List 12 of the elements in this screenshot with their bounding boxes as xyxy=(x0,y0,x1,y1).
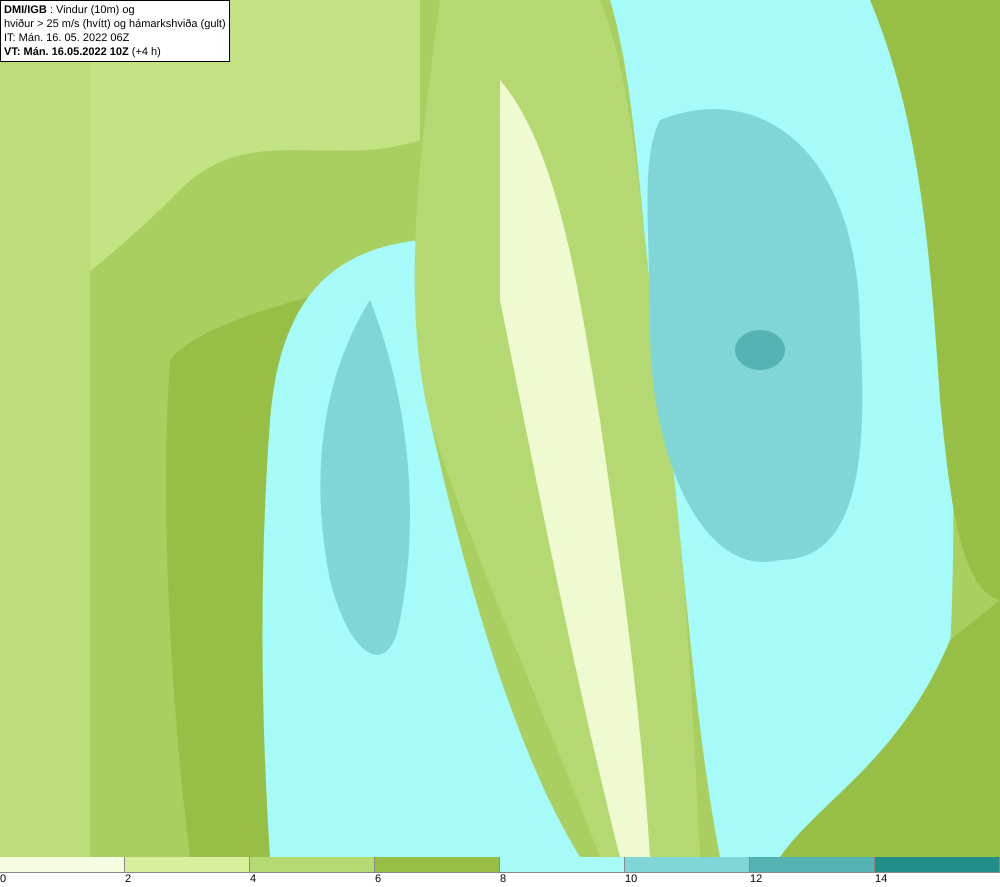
header-text: IT: Mán. 16. 05. 2022 06Z xyxy=(4,31,130,45)
scale-label: 6 xyxy=(375,873,382,886)
header-text: hviður > 25 m/s (hvítt) og hámarkshviða (gult) xyxy=(4,17,226,31)
scale-label: 10 xyxy=(625,873,638,886)
scale-label: 2 xyxy=(125,873,132,886)
scale-label: 12 xyxy=(750,873,762,886)
header-text: DMI/IGB : Vindur (10m) og xyxy=(4,3,136,17)
scale-label: 14 xyxy=(875,873,888,886)
scale-label: 8 xyxy=(500,873,506,886)
scale-label: 4 xyxy=(250,873,256,886)
header-text: VT: Mán. 16.05.2022 10Z (+4 h) xyxy=(4,45,162,59)
scale-label: 0 xyxy=(0,873,6,886)
